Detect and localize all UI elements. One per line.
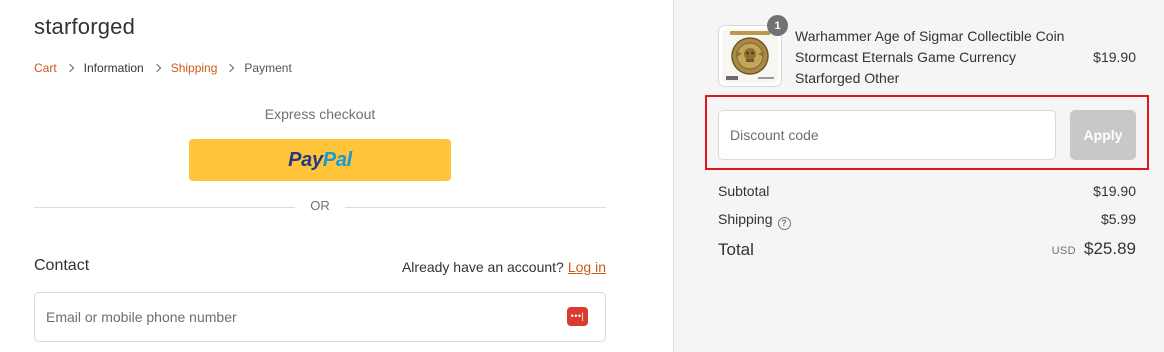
breadcrumb-information: Information [83,61,144,75]
email-input[interactable] [35,293,535,341]
discount-code-input[interactable] [719,111,1055,159]
product-line-item: 1 Warhammer Age of Sigmar Collectible Co… [718,15,1136,87]
total-label: Total [718,240,754,259]
account-prompt: Already have an account? Log in [401,259,606,275]
express-checkout-title: Express checkout [264,106,376,122]
quantity-badge: 1 [767,15,788,36]
product-name: Warhammer Age of Sigmar Collectible Coin… [795,28,1065,86]
product-price: $19.90 [1093,49,1136,65]
login-link[interactable]: Log in [568,259,606,275]
paypal-logo: PayPal [288,148,352,171]
breadcrumb-payment: Payment [244,61,292,75]
chevron-right-icon [152,63,161,73]
chevron-right-icon [65,63,74,73]
discount-code-field[interactable] [718,110,1056,160]
question-circle-icon[interactable]: ? [777,216,791,230]
subtotal-value: $19.90 [1093,183,1136,199]
discount-section: Apply [718,110,1136,160]
order-summary: 1 Warhammer Age of Sigmar Collectible Co… [673,0,1164,352]
checkout-main: starforged Cart Information Shipping Pay… [0,0,673,352]
total-value: $25.89 [1084,239,1136,258]
password-manager-icon[interactable]: •••| [567,307,588,326]
total-amount-group: USD $25.89 [1052,239,1136,259]
contact-heading: Contact [34,257,90,274]
breadcrumb: Cart Information Shipping Payment [34,61,292,75]
email-field[interactable]: •••| [34,292,606,342]
breadcrumb-shipping[interactable]: Shipping [171,61,218,75]
paypal-button[interactable]: PayPal [189,139,451,181]
breadcrumb-cart[interactable]: Cart [34,61,57,75]
or-divider-label: OR [295,198,345,213]
subtotal-row: Subtotal $19.90 [718,183,1136,199]
apply-discount-button[interactable]: Apply [1070,110,1136,160]
coin-image [722,29,778,83]
currency-code: USD [1051,245,1076,257]
subtotal-label: Subtotal [718,183,770,199]
shipping-row: Shipping? $5.99 [718,211,1136,230]
total-row: Total USD $25.89 [718,239,1136,260]
shipping-label: Shipping [718,211,773,227]
product-thumbnail: 1 [718,15,788,87]
shipping-value: $5.99 [1100,211,1136,227]
chevron-right-icon [226,63,235,73]
store-name[interactable]: starforged [34,14,135,40]
